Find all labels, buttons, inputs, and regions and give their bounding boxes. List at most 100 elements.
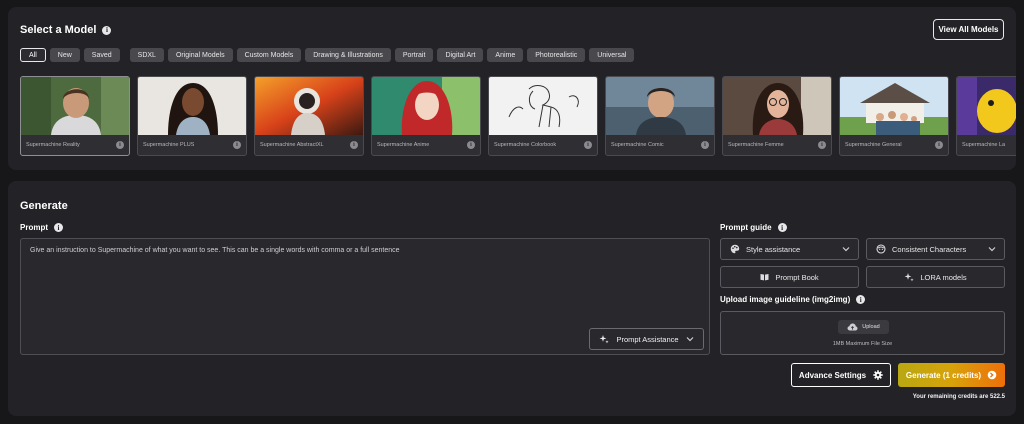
chevron-down-icon	[686, 336, 694, 342]
model-card[interactable]: Supermachine AbstractXL i	[254, 76, 364, 156]
palette-icon	[730, 244, 740, 254]
view-all-models-button[interactable]: View All Models	[933, 19, 1004, 40]
model-card-footer: Supermachine General i	[840, 134, 948, 155]
model-thumbnail	[489, 77, 597, 135]
upload-dropzone[interactable]: Upload 1MB Maximum File Size	[720, 311, 1005, 355]
style-assistance-select[interactable]: Style assistance	[720, 238, 859, 260]
model-name: Supermachine Colorbook	[494, 141, 557, 148]
model-name: Supermachine La	[962, 141, 1006, 148]
model-card[interactable]: Supermachine Anime i	[371, 76, 481, 156]
filter-chip[interactable]: SDXL	[129, 48, 164, 62]
model-card[interactable]: Supermachine Lai	[956, 76, 1016, 156]
prompt-textarea[interactable]: Give an instruction to Supermachine of w…	[20, 238, 710, 355]
generate-panel: Generate Prompt i Give an instruction to…	[8, 181, 1016, 416]
info-icon[interactable]: i	[233, 140, 241, 149]
select-model-panel: Select a Model i View All Models All New S…	[8, 7, 1016, 170]
cloud-upload-icon	[847, 323, 858, 331]
filter-chip[interactable]: All	[20, 48, 46, 62]
model-thumbnail	[840, 77, 948, 135]
model-card-footer: Supermachine Lai	[957, 134, 1016, 155]
model-name: Supermachine General	[845, 141, 902, 148]
info-icon[interactable]: i	[116, 140, 124, 149]
sparkle-icon	[904, 272, 914, 282]
advance-settings-button[interactable]: Advance Settings	[791, 363, 891, 387]
model-card-footer: Supermachine Reality i	[21, 134, 129, 155]
upload-button[interactable]: Upload	[838, 320, 889, 334]
model-name: Supermachine Reality	[26, 141, 80, 148]
model-thumbnail	[21, 77, 129, 135]
prompt-guide-label-row: Prompt guide i	[720, 223, 787, 232]
info-icon[interactable]: i	[584, 140, 592, 149]
prompt-label-row: Prompt i	[20, 223, 63, 232]
model-name: Supermachine Anime	[377, 141, 430, 148]
model-card[interactable]: Supermachine Colorbook i	[488, 76, 598, 156]
filter-chip[interactable]: Photorealistic	[527, 48, 586, 62]
model-card[interactable]: Supermachine Comic i	[605, 76, 715, 156]
style-assistance-label: Style assistance	[746, 244, 801, 254]
info-icon[interactable]: i	[102, 25, 112, 35]
model-thumbnail	[723, 77, 831, 135]
prompt-book-button[interactable]: Prompt Book	[720, 266, 859, 288]
filter-chip[interactable]: Drawing & Illustrations	[305, 48, 391, 62]
prompt-guide-label: Prompt guide	[720, 223, 772, 232]
info-icon[interactable]: i	[350, 140, 358, 149]
model-card-footer: Supermachine Colorbook i	[489, 134, 597, 155]
model-card-footer: Supermachine PLUS i	[138, 134, 246, 155]
info-icon[interactable]: i	[777, 223, 787, 232]
select-model-heading: Select a Model i	[20, 24, 112, 36]
chevron-down-icon	[988, 246, 996, 252]
model-card[interactable]: Supermachine Femme i	[722, 76, 832, 156]
model-card-footer: Supermachine AbstractXL i	[255, 134, 363, 155]
filter-chip[interactable]: Original Models	[167, 48, 233, 62]
select-model-title: Select a Model	[20, 24, 97, 36]
prompt-placeholder: Give an instruction to Supermachine of w…	[30, 247, 400, 254]
remaining-credits-text: Your remaining credits are 522.5	[912, 394, 1005, 400]
model-carousel[interactable]: Supermachine Reality i Supermachine PLUS i S…	[20, 76, 1016, 156]
model-thumbnail	[372, 77, 480, 135]
info-icon[interactable]: i	[701, 140, 709, 149]
upload-button-label: Upload	[862, 324, 880, 330]
filter-chip[interactable]: New	[49, 48, 80, 62]
info-icon[interactable]: i	[856, 295, 866, 304]
filter-chip[interactable]: Universal	[589, 48, 635, 62]
model-name: Supermachine Comic	[611, 141, 664, 148]
model-filter-bar: All New Saved SDXL Original Models Custom Mod…	[20, 48, 635, 62]
prompt-assistance-label: Prompt Assistance	[616, 334, 679, 344]
model-name: Supermachine PLUS	[143, 141, 195, 148]
upload-label: Upload image guideline (img2img)	[720, 295, 851, 304]
filter-chip[interactable]: Portrait	[394, 48, 434, 62]
sparkle-icon	[599, 334, 610, 344]
model-card[interactable]: Supermachine PLUS i	[137, 76, 247, 156]
consistent-characters-select[interactable]: Consistent Characters	[866, 238, 1005, 260]
lora-models-button[interactable]: LORA models	[866, 266, 1005, 288]
filter-chip[interactable]: Saved	[83, 48, 120, 62]
generate-button[interactable]: Generate (1 credits)	[898, 363, 1005, 387]
info-icon[interactable]: i	[467, 140, 475, 149]
generate-button-label: Generate (1 credits)	[905, 370, 982, 380]
prompt-label: Prompt	[20, 223, 48, 232]
generate-title: Generate	[20, 200, 68, 212]
model-thumbnail	[606, 77, 714, 135]
upload-size-note: 1MB Maximum File Size	[832, 341, 893, 347]
prompt-assistance-button[interactable]: Prompt Assistance	[589, 328, 704, 350]
model-card-footer: Supermachine Comic i	[606, 134, 714, 155]
chevron-down-icon	[842, 246, 850, 252]
model-card-footer: Supermachine Anime i	[372, 134, 480, 155]
info-icon[interactable]: i	[818, 140, 826, 149]
info-icon[interactable]: i	[54, 223, 63, 232]
model-thumbnail	[138, 77, 246, 135]
filter-chip[interactable]: Digital Art	[437, 48, 484, 62]
lora-models-label: LORA models	[920, 272, 967, 282]
model-name: Supermachine AbstractXL	[260, 141, 324, 148]
info-icon[interactable]: i	[935, 140, 943, 149]
filter-chip[interactable]: Custom Models	[236, 48, 302, 62]
prompt-book-label: Prompt Book	[775, 272, 819, 282]
arrow-right-circle-icon	[987, 370, 997, 380]
model-card[interactable]: Supermachine Reality i	[20, 76, 130, 156]
model-card[interactable]: Supermachine General i	[839, 76, 949, 156]
model-thumbnail	[957, 77, 1016, 135]
model-name: Supermachine Femme	[728, 141, 784, 148]
model-thumbnail	[255, 77, 363, 135]
gear-icon	[873, 370, 883, 380]
filter-chip[interactable]: Anime	[487, 48, 524, 62]
